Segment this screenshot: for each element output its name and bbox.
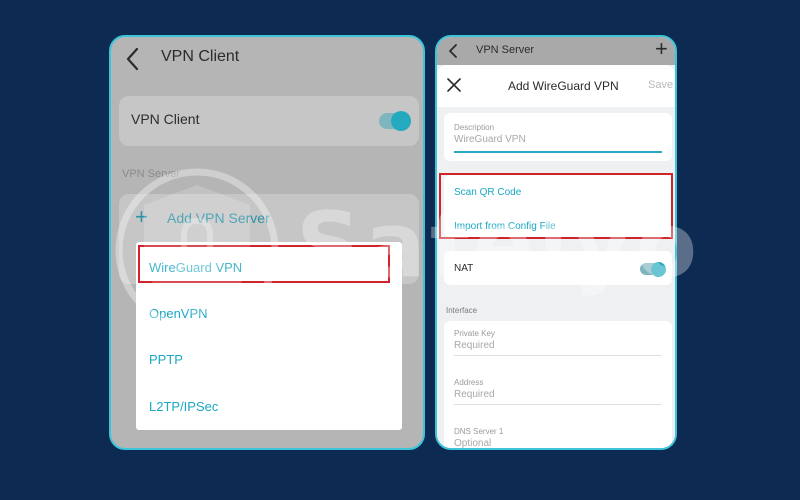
interface-card: Private Key Required Address Required DN… [444,321,672,448]
back-arrow-icon[interactable] [123,45,143,73]
wireguard-highlight-box [138,245,390,283]
left-phone-screen: VPN Client VPN Client VPN Server + Add V… [109,35,425,450]
page-title: VPN Client [161,48,240,65]
vpn-client-card: VPN Client [119,96,419,146]
nat-toggle[interactable] [640,261,666,277]
private-key-underline [454,355,662,356]
dns-server-label: DNS Server 1 [454,427,504,436]
popup-item-openvpn[interactable]: OpenVPN [149,306,208,321]
nat-label: NAT [454,263,474,274]
import-highlight-box [439,173,673,239]
description-label: Description [454,123,495,132]
sheet-title: Add WireGuard VPN [508,79,619,93]
nat-card: NAT [444,251,672,285]
vpn-client-toggle[interactable] [379,111,411,131]
left-header: VPN Client [111,37,423,81]
toggle-knob [391,111,411,131]
close-icon[interactable] [446,77,462,93]
description-input[interactable]: WireGuard VPN [454,134,526,145]
private-key-input[interactable]: Required [454,340,495,351]
vpn-client-label: VPN Client [131,111,200,127]
sheet-header: Add WireGuard VPN Save [437,65,675,107]
background-header: VPN Server + [437,37,675,65]
vpn-type-popup: WireGuard VPN OpenVPN PPTP L2TP/IPSec [136,242,402,430]
popup-item-l2tp[interactable]: L2TP/IPSec [149,399,218,414]
add-wireguard-sheet: Add WireGuard VPN Save Description WireG… [437,65,675,448]
plus-icon: + [135,204,148,229]
add-plus-icon[interactable]: + [655,38,668,60]
interface-section-label: Interface [446,306,478,315]
popup-item-pptp[interactable]: PPTP [149,352,183,367]
address-label: Address [454,378,484,387]
description-card: Description WireGuard VPN [444,113,672,161]
save-button[interactable]: Save [648,79,673,91]
add-vpn-server-label: Add VPN Server [167,210,270,226]
vpn-server-title: VPN Server [476,44,535,56]
address-underline [454,404,662,405]
back-arrow-icon[interactable] [446,42,460,60]
private-key-label: Private Key [454,329,495,338]
address-input[interactable]: Required [454,389,495,400]
vpn-server-section-label: VPN Server [122,168,181,180]
right-phone-screen: VPN Server + Add WireGuard VPN Save Desc… [435,35,677,450]
dns-server-input[interactable]: Optional [454,438,491,448]
description-underline [454,151,662,153]
toggle-knob [651,261,666,277]
